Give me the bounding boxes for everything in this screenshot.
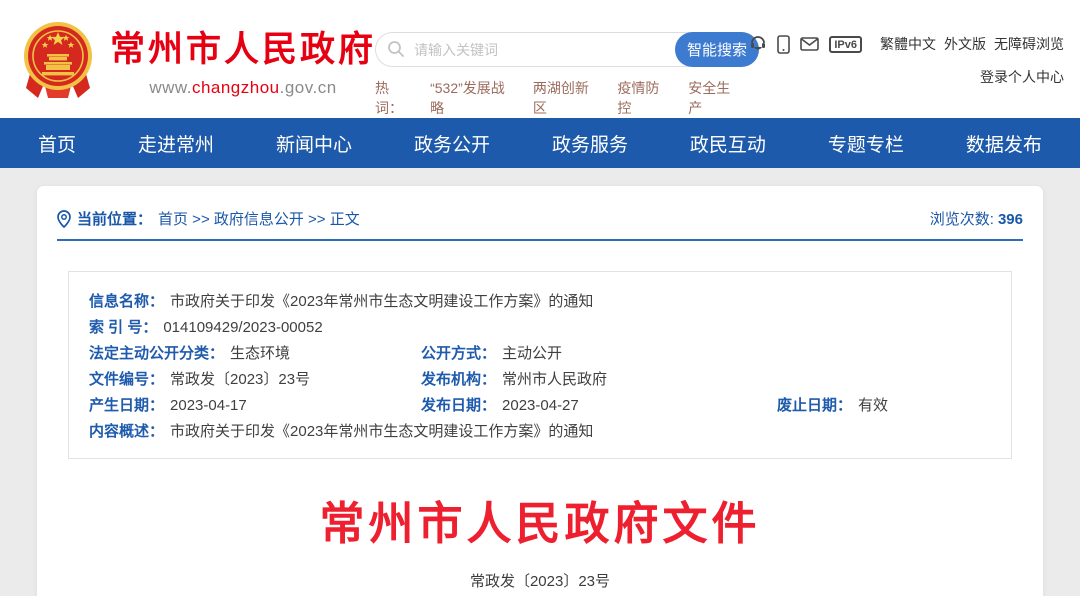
table-row: 产生日期： 2023-04-17 发布日期： 2023-04-27 废止日期： … xyxy=(89,393,991,419)
brand-text: 常州市人民政府 www.changzhou.gov.cn xyxy=(110,21,376,98)
mail-icon[interactable] xyxy=(800,37,819,51)
create-date-label: 产生日期： xyxy=(89,393,164,419)
nav-item-data-release[interactable]: 数据发布 xyxy=(966,130,1042,157)
disclosure-method-label: 公开方式： xyxy=(421,341,496,367)
create-date-value: 2023-04-17 xyxy=(170,393,247,419)
breadcrumb-bar: 当前位置： 首页 >> 政府信息公开 >> 正文 浏览次数:396 xyxy=(37,186,1043,229)
summary-label: 内容概述： xyxy=(89,419,164,445)
site-header: 常州市人民政府 www.changzhou.gov.cn 智能搜索 热词： “5… xyxy=(0,0,1080,118)
content-card: 当前位置： 首页 >> 政府信息公开 >> 正文 浏览次数:396 信息名称： … xyxy=(37,186,1043,596)
expire-date-label: 废止日期： xyxy=(777,393,852,419)
document-info-table: 信息名称： 市政府关于印发《2023年常州市生态文明建设工作方案》的通知 索 引… xyxy=(68,271,1012,459)
mobile-icon[interactable] xyxy=(777,35,790,54)
hot-word-link[interactable]: 疫情防控 xyxy=(617,78,672,118)
doc-number-label: 文件编号： xyxy=(89,367,164,393)
breadcrumb-label: 当前位置： xyxy=(77,208,152,229)
foreign-language-link[interactable]: 外文版 xyxy=(944,34,986,54)
publish-date-value: 2023-04-27 xyxy=(502,393,579,419)
document-title: 常州市人民政府文件 xyxy=(37,487,1043,552)
hot-word-link[interactable]: “532”发展战略 xyxy=(430,78,517,118)
category-value: 生态环境 xyxy=(230,341,290,367)
page-body: 当前位置： 首页 >> 政府信息公开 >> 正文 浏览次数:396 信息名称： … xyxy=(0,168,1080,596)
issuing-agency-label: 发布机构： xyxy=(421,367,496,393)
header-utility-area: IPv6 繁體中文 外文版 无障碍浏览 登录个人中心 xyxy=(749,34,1064,87)
hot-word-link[interactable]: 两湖创新区 xyxy=(533,78,602,118)
document-number: 常政发〔2023〕23号 xyxy=(37,570,1043,591)
nav-item-special-topics[interactable]: 专题专栏 xyxy=(828,130,904,157)
table-row: 文件编号： 常政发〔2023〕23号 发布机构： 常州市人民政府 xyxy=(89,367,991,393)
accessibility-link[interactable]: 无障碍浏览 xyxy=(994,34,1064,54)
national-emblem-icon xyxy=(18,18,98,100)
publish-date-label: 发布日期： xyxy=(421,393,496,419)
nav-item-about-changzhou[interactable]: 走进常州 xyxy=(138,130,214,157)
nav-item-news-center[interactable]: 新闻中心 xyxy=(276,130,352,157)
index-number-value: 014109429/2023-00052 xyxy=(163,315,322,341)
nav-item-home[interactable]: 首页 xyxy=(38,130,76,157)
voice-assistant-icon[interactable] xyxy=(749,35,767,53)
nav-item-gov-disclosure[interactable]: 政务公开 xyxy=(414,130,490,157)
issuing-agency-value: 常州市人民政府 xyxy=(502,367,607,393)
site-title: 常州市人民政府 xyxy=(110,21,376,72)
disclosure-method-value: 主动公开 xyxy=(502,341,562,367)
summary-value: 市政府关于印发《2023年常州市生态文明建设工作方案》的通知 xyxy=(170,419,593,445)
category-label: 法定主动公开分类： xyxy=(89,341,224,367)
breadcrumb-divider xyxy=(57,239,1023,241)
index-number-label: 索 引 号： xyxy=(89,315,157,341)
info-name-label: 信息名称： xyxy=(89,289,164,315)
expire-date-value: 有效 xyxy=(858,393,888,419)
main-nav: 首页 走进常州 新闻中心 政务公开 政务服务 政民互动 专题专栏 数据发布 xyxy=(0,118,1080,168)
breadcrumb-path[interactable]: 首页 >> 政府信息公开 >> 正文 xyxy=(158,208,360,229)
site-logo-link[interactable]: 常州市人民政府 www.changzhou.gov.cn xyxy=(18,18,376,100)
search-area: 智能搜索 热词： “532”发展战略 两湖创新区 疫情防控 安全生产 xyxy=(375,32,759,118)
doc-number-value: 常政发〔2023〕23号 xyxy=(170,367,310,393)
traditional-chinese-link[interactable]: 繁體中文 xyxy=(880,34,936,54)
table-row: 法定主动公开分类： 生态环境 公开方式： 主动公开 xyxy=(89,341,991,367)
smart-search-button[interactable]: 智能搜索 xyxy=(675,32,759,67)
site-url: www.changzhou.gov.cn xyxy=(110,78,376,98)
ipv6-badge[interactable]: IPv6 xyxy=(829,36,862,53)
table-row: 索 引 号： 014109429/2023-00052 xyxy=(89,315,991,341)
login-personal-center-link[interactable]: 登录个人中心 xyxy=(980,69,1064,85)
nav-item-gov-services[interactable]: 政务服务 xyxy=(552,130,628,157)
location-pin-icon xyxy=(57,210,71,228)
search-icon xyxy=(387,40,405,58)
table-row: 内容概述： 市政府关于印发《2023年常州市生态文明建设工作方案》的通知 xyxy=(89,419,991,445)
info-name-value: 市政府关于印发《2023年常州市生态文明建设工作方案》的通知 xyxy=(170,289,593,315)
table-row: 信息名称： 市政府关于印发《2023年常州市生态文明建设工作方案》的通知 xyxy=(89,289,991,315)
hot-word-link[interactable]: 安全生产 xyxy=(688,78,743,118)
view-count: 浏览次数:396 xyxy=(930,208,1023,229)
hot-words: 热词： “532”发展战略 两湖创新区 疫情防控 安全生产 xyxy=(375,78,759,118)
nav-item-public-interaction[interactable]: 政民互动 xyxy=(690,130,766,157)
view-count-value: 396 xyxy=(998,211,1023,228)
hot-words-label: 热词： xyxy=(375,78,416,118)
